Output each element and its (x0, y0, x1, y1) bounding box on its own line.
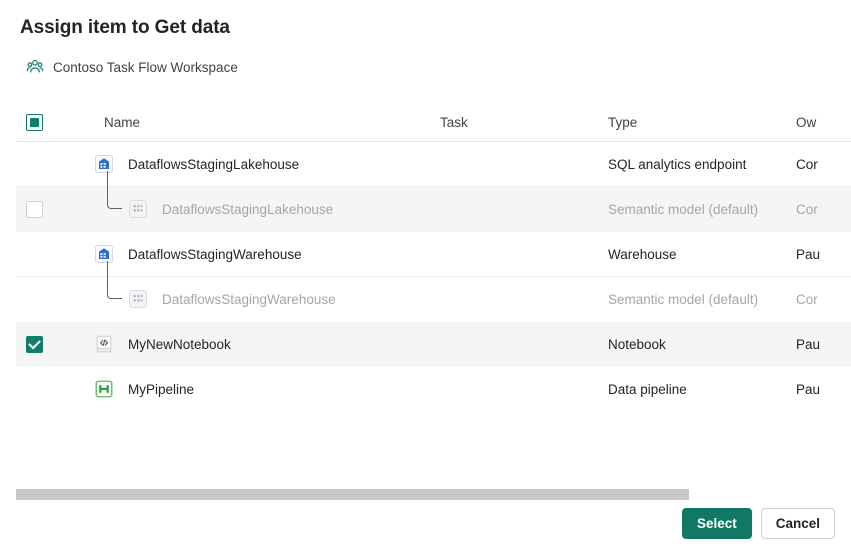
workspace-people-icon (26, 58, 44, 76)
table-row[interactable]: DataflowsStagingLakehouse SQL analytics … (16, 142, 851, 187)
row-name-cell: DataflowsStagingWarehouse (52, 277, 440, 322)
select-button[interactable]: Select (682, 508, 752, 539)
row-name-label[interactable]: MyPipeline (128, 382, 194, 397)
row-owner-value: Cor (796, 157, 851, 172)
row-owner-value: Pau (796, 337, 851, 352)
row-checkbox[interactable] (26, 336, 43, 353)
horizontal-scrollbar-thumb[interactable] (16, 489, 689, 500)
row-name-label[interactable]: DataflowsStagingWarehouse (128, 247, 302, 262)
row-type-value: Semantic model (default) (608, 202, 796, 217)
row-type-value: Data pipeline (608, 382, 796, 397)
row-name-cell: DataflowsStagingWarehouse (52, 232, 440, 277)
column-header-task[interactable]: Task (440, 115, 608, 130)
row-owner-value: Cor (796, 292, 851, 307)
select-all-checkbox[interactable] (26, 114, 43, 131)
table-row[interactable]: DataflowsStagingWarehouse Warehouse Pau (16, 232, 851, 277)
lakehouse-icon (94, 154, 114, 174)
row-name-label: DataflowsStagingWarehouse (162, 292, 336, 307)
row-type-value: SQL analytics endpoint (608, 157, 796, 172)
row-name-cell: DataflowsStagingLakehouse (52, 187, 440, 232)
breadcrumb-workspace-label[interactable]: Contoso Task Flow Workspace (53, 60, 238, 75)
warehouse-icon (94, 244, 114, 264)
row-name-cell: DataflowsStagingLakehouse (52, 142, 440, 187)
notebook-icon (94, 334, 114, 354)
row-owner-value: Pau (796, 382, 851, 397)
semantic-model-icon (128, 199, 148, 219)
table-row[interactable]: DataflowsStagingWarehouse Semantic model… (16, 277, 851, 322)
dialog-footer: Select Cancel (682, 508, 835, 539)
column-header-name[interactable]: Name (52, 115, 440, 130)
row-checkbox-cell (16, 336, 52, 353)
row-type-value: Notebook (608, 337, 796, 352)
row-owner-value: Cor (796, 202, 851, 217)
table-row[interactable]: MyPipeline Data pipeline Pau (16, 367, 851, 412)
row-name-label: DataflowsStagingLakehouse (162, 202, 333, 217)
page-title: Assign item to Get data (20, 17, 230, 39)
row-name-label[interactable]: DataflowsStagingLakehouse (128, 157, 299, 172)
row-type-value: Semantic model (default) (608, 292, 796, 307)
row-owner-value: Pau (796, 247, 851, 262)
row-type-value: Warehouse (608, 247, 796, 262)
cancel-button[interactable]: Cancel (761, 508, 835, 539)
select-all-checkbox-cell (16, 114, 52, 131)
row-checkbox-cell (16, 201, 52, 218)
breadcrumb: Contoso Task Flow Workspace (26, 58, 238, 76)
table-row[interactable]: MyNewNotebook Notebook Pau (16, 322, 851, 367)
column-header-owner[interactable]: Ow (796, 115, 851, 130)
data-pipeline-icon (94, 379, 114, 399)
horizontal-scrollbar[interactable] (16, 489, 851, 500)
row-checkbox[interactable] (26, 201, 43, 218)
row-name-label[interactable]: MyNewNotebook (128, 337, 231, 352)
row-name-cell: MyPipeline (52, 367, 440, 412)
table-row[interactable]: DataflowsStagingLakehouse Semantic model… (16, 187, 851, 232)
row-name-cell: MyNewNotebook (52, 322, 440, 367)
items-table: Name Task Type Ow Dataflow (16, 104, 851, 482)
table-header-row: Name Task Type Ow (16, 104, 851, 142)
column-header-type[interactable]: Type (608, 115, 796, 130)
semantic-model-icon (128, 289, 148, 309)
